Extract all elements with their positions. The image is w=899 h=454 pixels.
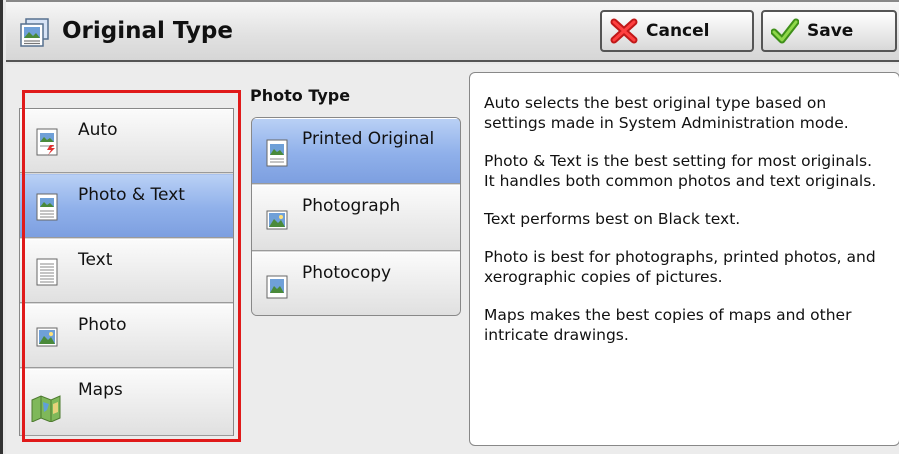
- photo-type-list: Printed Original Photograph Photocopy: [251, 117, 461, 316]
- option-photocopy-label: Photocopy: [302, 263, 392, 283]
- description-photo: Photo is best for photographs, printed p…: [484, 248, 876, 286]
- option-auto[interactable]: Auto: [20, 109, 233, 173]
- option-photocopy[interactable]: Photocopy: [252, 252, 460, 315]
- text-icon: [36, 258, 58, 286]
- option-photo-text-label: Photo & Text: [78, 185, 185, 205]
- screen: Original Type Cancel Save Auto Photo & T…: [0, 0, 899, 454]
- title-bar: Original Type Cancel Save: [6, 0, 899, 62]
- photo-text-icon: [36, 193, 58, 221]
- description-text: Text performs best on Black text.: [484, 210, 741, 228]
- save-button[interactable]: Save: [761, 10, 897, 52]
- option-printed-original-label: Printed Original: [302, 129, 435, 149]
- option-maps[interactable]: Maps: [20, 369, 233, 436]
- auto-icon: [36, 128, 58, 156]
- option-photo[interactable]: Photo: [20, 304, 233, 368]
- description-panel: Auto selects the best original type base…: [469, 72, 899, 446]
- option-maps-label: Maps: [78, 380, 123, 400]
- photo-icon: [36, 327, 58, 347]
- option-photo-label: Photo: [78, 315, 127, 335]
- original-type-list: Auto Photo & Text Text Photo Maps: [19, 108, 234, 436]
- photo-type-heading: Photo Type: [250, 86, 351, 105]
- page-title: Original Type: [62, 18, 233, 44]
- option-auto-label: Auto: [78, 120, 118, 140]
- checkmark-icon: [771, 18, 799, 44]
- option-photograph[interactable]: Photograph: [252, 185, 460, 251]
- printed-original-icon: [266, 139, 288, 167]
- save-label: Save: [807, 21, 854, 41]
- option-text[interactable]: Text: [20, 239, 233, 303]
- photograph-icon: [266, 210, 288, 230]
- option-photo-text[interactable]: Photo & Text: [20, 174, 233, 238]
- option-text-label: Text: [78, 250, 113, 270]
- option-photograph-label: Photograph: [302, 196, 401, 216]
- maps-icon: [31, 395, 61, 422]
- cancel-x-icon: [610, 18, 638, 44]
- description-maps: Maps makes the best copies of maps and o…: [484, 306, 852, 344]
- original-type-icon: [20, 18, 49, 47]
- photocopy-icon: [266, 275, 288, 299]
- cancel-button[interactable]: Cancel: [600, 10, 754, 52]
- option-printed-original[interactable]: Printed Original: [252, 118, 460, 184]
- cancel-label: Cancel: [646, 21, 710, 41]
- description-auto: Auto selects the best original type base…: [484, 94, 849, 132]
- description-photo-text: Photo & Text is the best setting for mos…: [484, 152, 877, 190]
